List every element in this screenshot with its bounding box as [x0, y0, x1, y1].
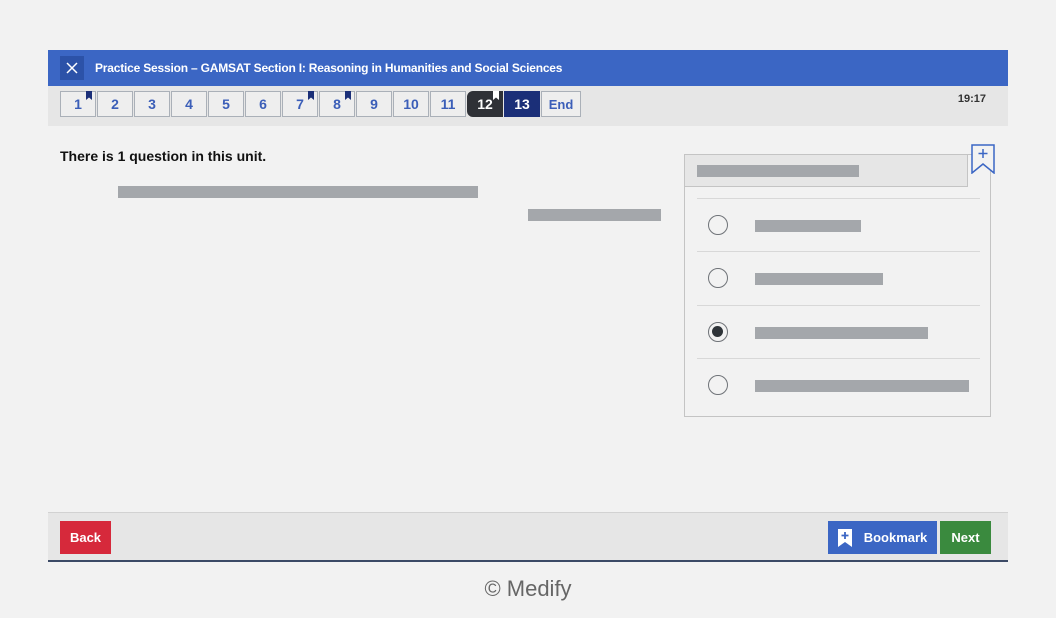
question-number: 11	[440, 96, 456, 112]
question-button-11[interactable]: 11	[430, 91, 466, 117]
question-button-13[interactable]: 13	[504, 91, 540, 117]
option-text-placeholder	[755, 380, 969, 392]
bookmark-flag-icon[interactable]	[971, 144, 995, 174]
answer-option-4[interactable]	[697, 358, 980, 411]
bookmark-label: Bookmark	[863, 530, 928, 545]
session-title: Practice Session – GAMSAT Section I: Rea…	[95, 61, 563, 75]
question-number: 3	[148, 96, 156, 112]
close-icon	[66, 62, 78, 74]
footer-bar: Back Bookmark Next	[48, 512, 1008, 562]
close-button[interactable]	[60, 56, 84, 80]
option-text-placeholder	[755, 273, 883, 285]
option-text-placeholder	[755, 220, 861, 232]
question-number: 13	[514, 96, 530, 112]
flag-icon	[493, 91, 499, 100]
question-number: 8	[333, 96, 341, 112]
back-label: Back	[69, 530, 102, 545]
radio-button[interactable]	[708, 375, 728, 395]
question-number: 5	[222, 96, 230, 112]
question-number: 6	[259, 96, 267, 112]
question-button-5[interactable]: 5	[208, 91, 244, 117]
flag-icon	[86, 91, 92, 100]
flag-icon	[345, 91, 351, 100]
question-button-6[interactable]: 6	[245, 91, 281, 117]
question-number: 10	[403, 96, 419, 112]
bookmark-button[interactable]: Bookmark	[828, 521, 937, 554]
back-button[interactable]: Back	[60, 521, 111, 554]
question-button-9[interactable]: 9	[356, 91, 392, 117]
question-button-12[interactable]: 12	[467, 91, 503, 117]
copyright-text: © Medify	[484, 576, 572, 601]
question-number: 1	[74, 96, 82, 112]
unit-instruction: There is 1 question in this unit.	[60, 148, 267, 164]
next-button[interactable]: Next	[940, 521, 991, 554]
passage-placeholder	[528, 209, 661, 221]
question-number: 9	[370, 96, 378, 112]
next-label: Next	[951, 530, 980, 545]
answer-option-3[interactable]	[697, 305, 980, 358]
question-button-2[interactable]: 2	[97, 91, 133, 117]
radio-button[interactable]	[708, 215, 728, 235]
question-button-8[interactable]: 8	[319, 91, 355, 117]
radio-button-selected[interactable]	[708, 322, 728, 342]
passage-placeholder	[118, 186, 478, 198]
timer: 19:17	[957, 93, 986, 105]
question-number: 2	[111, 96, 119, 112]
question-button-10[interactable]: 10	[393, 91, 429, 117]
question-number: 7	[296, 96, 304, 112]
answer-option-1[interactable]	[697, 198, 980, 251]
end-label: End	[548, 96, 574, 112]
flag-icon	[308, 91, 314, 100]
question-stem	[685, 155, 968, 187]
question-stem-placeholder	[697, 165, 859, 177]
title-bar: Practice Session – GAMSAT Section I: Rea…	[48, 50, 1008, 86]
question-number: 12	[477, 96, 493, 112]
option-text-placeholder	[755, 327, 928, 339]
answer-option-2[interactable]	[697, 251, 980, 304]
question-navigation-bar: 1 2 3 4 5 6 7 8 9 10 11 12 13 End 19:17	[48, 86, 1008, 126]
bookmark-icon	[837, 528, 852, 547]
question-number: 4	[185, 96, 193, 112]
question-button-4[interactable]: 4	[171, 91, 207, 117]
radio-button[interactable]	[708, 268, 728, 288]
question-button-1[interactable]: 1	[60, 91, 96, 117]
question-button-7[interactable]: 7	[282, 91, 318, 117]
answer-panel	[684, 154, 991, 417]
question-navigator: 1 2 3 4 5 6 7 8 9 10 11 12 13 End	[60, 91, 582, 117]
question-button-3[interactable]: 3	[134, 91, 170, 117]
end-button[interactable]: End	[541, 91, 581, 117]
